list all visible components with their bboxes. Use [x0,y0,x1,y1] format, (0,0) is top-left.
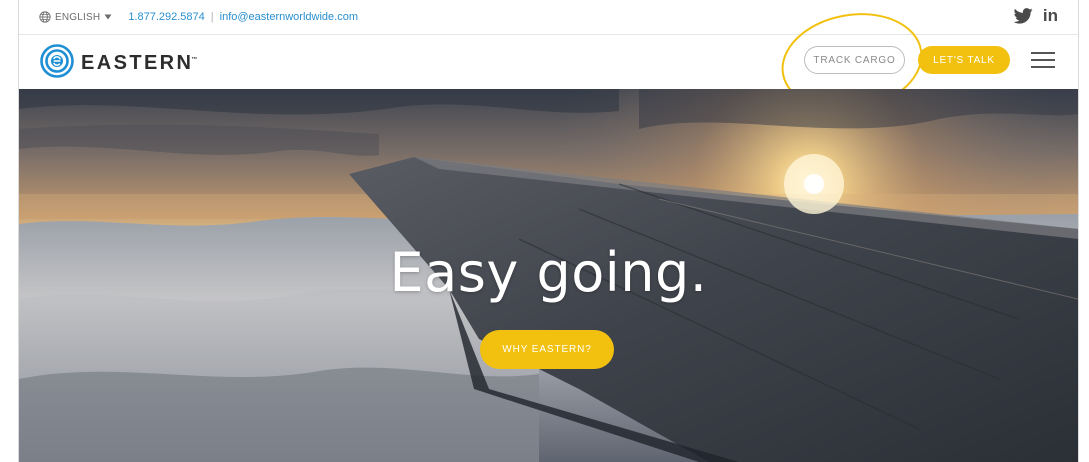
menu-line-top [1031,52,1055,54]
language-label: ENGLISH [55,11,101,23]
eastern-logo-mark-icon [40,44,74,83]
phone-link[interactable]: 1.877.292.5874 [128,11,204,23]
logo-text: EASTERN [81,52,194,74]
twitter-icon[interactable] [1013,8,1033,24]
utility-bar: ENGLISH 1.877.292.5874 | info@easternwor… [19,0,1078,35]
caret-down-icon [104,14,112,20]
linkedin-icon[interactable]: in [1043,7,1058,25]
lets-talk-button[interactable]: LET'S TALK [918,46,1010,74]
hero-section: Easy going. WHY EASTERN? [19,89,1078,462]
logo-trademark: ™ [191,57,198,64]
main-header: EASTERN™ TRACK CARGO LET'S TALK [19,35,1078,89]
menu-line-middle [1031,59,1055,61]
track-cargo-button[interactable]: TRACK CARGO [804,46,905,74]
social-links: in [1013,7,1058,25]
contact-separator: | [210,11,214,23]
email-link[interactable]: info@easternworldwide.com [220,11,358,23]
language-selector[interactable]: ENGLISH [39,11,112,23]
why-eastern-button[interactable]: WHY EASTERN? [480,330,614,369]
hamburger-menu-icon[interactable] [1031,52,1055,69]
hero-headline: Easy going. [389,241,708,304]
globe-icon [39,11,51,23]
eastern-logo[interactable]: EASTERN™ [40,44,197,83]
logo-wordmark: EASTERN™ [81,52,197,75]
menu-line-bottom [1031,66,1055,68]
page-frame: ENGLISH 1.877.292.5874 | info@easternwor… [18,0,1079,462]
